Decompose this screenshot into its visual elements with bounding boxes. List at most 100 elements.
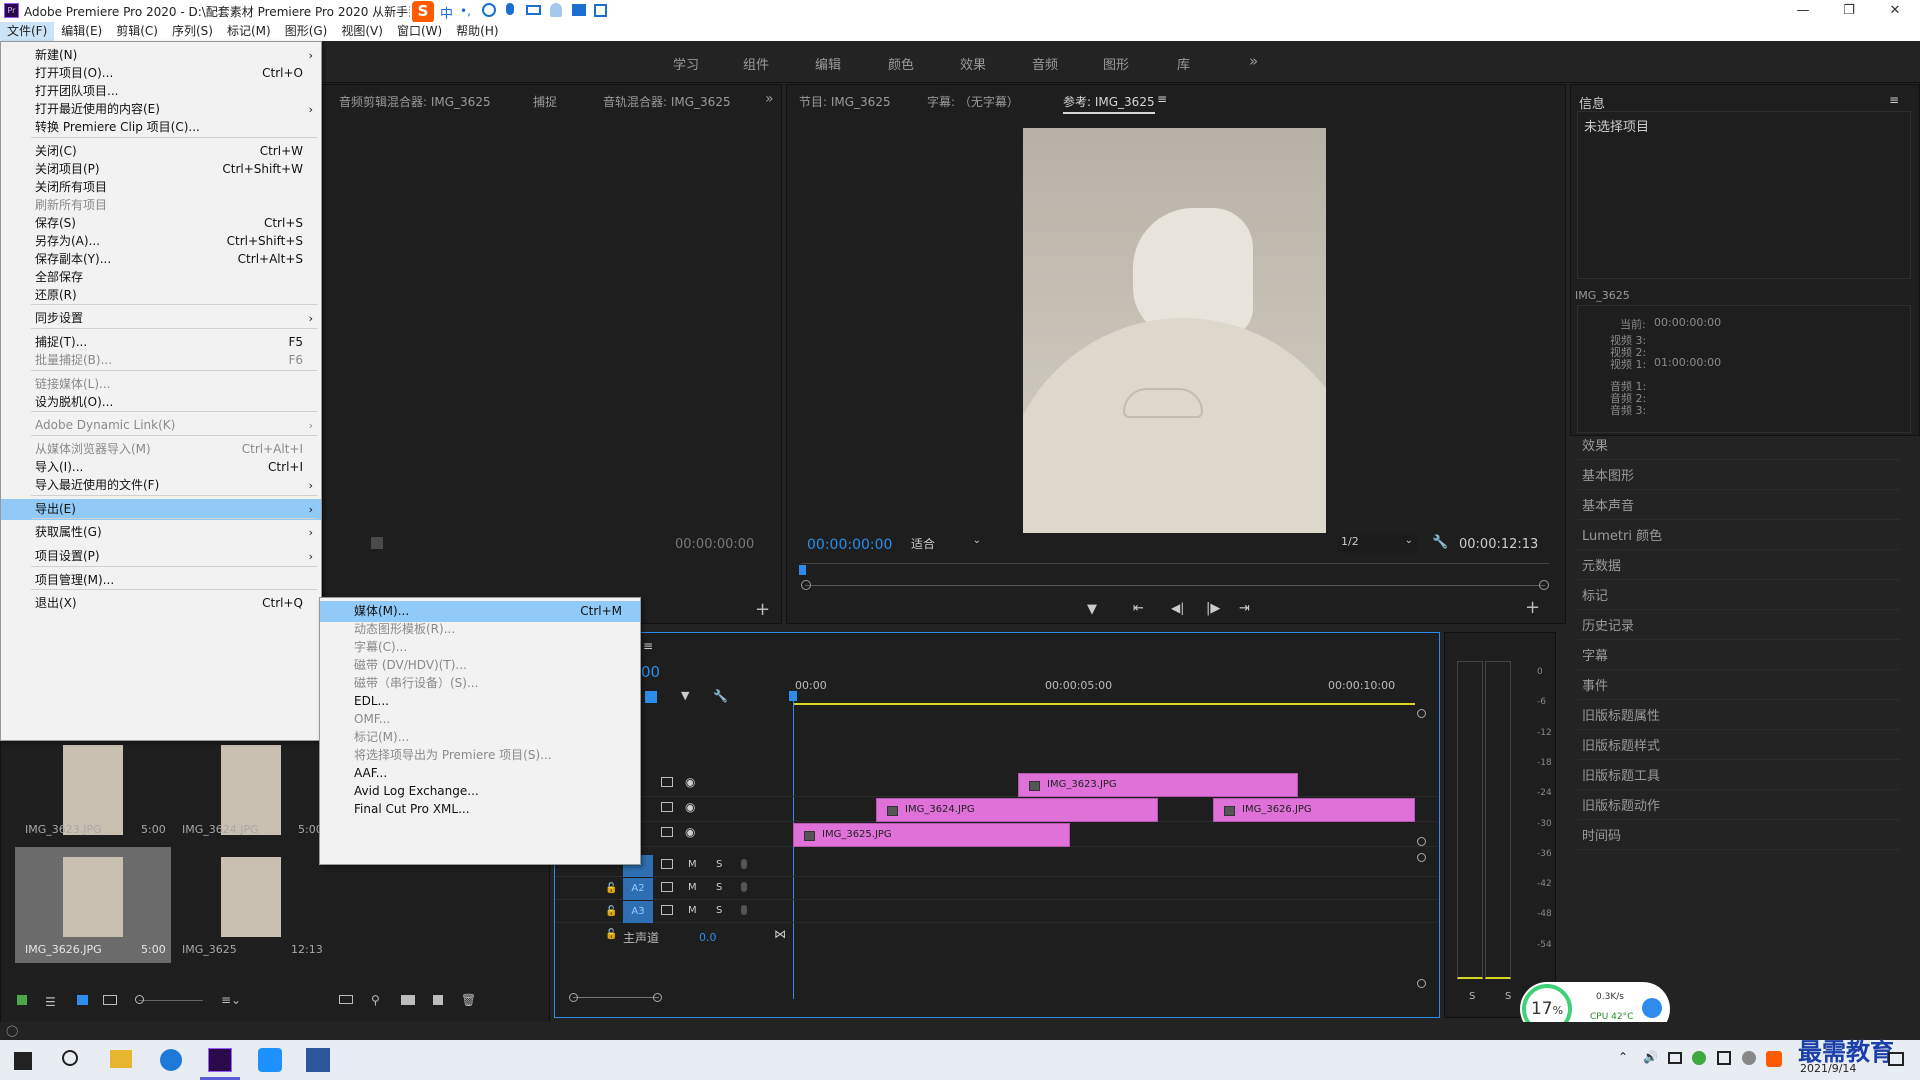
vertical-scroll-handle[interactable] — [1417, 837, 1426, 846]
new-bin-icon[interactable] — [401, 995, 415, 1005]
scroll-end-handle[interactable] — [653, 993, 662, 1002]
clip-img-3624[interactable]: IMG_3624.JPG — [876, 798, 1158, 822]
workspace-tab-1[interactable]: 组件 — [743, 54, 769, 73]
workspace-tab-6[interactable]: 图形 — [1103, 54, 1129, 73]
track-target-a3[interactable]: A3 — [623, 901, 653, 923]
right-panel-tab-4[interactable]: 元数据 — [1578, 554, 1900, 580]
clip-img-3625[interactable]: IMG_3625.JPG — [793, 823, 1070, 847]
workspace-tab-0[interactable]: 学习 — [673, 54, 699, 73]
file_menu-item-25[interactable]: 项目设置(P) › — [1, 546, 321, 567]
tab-audio-track-mixer[interactable]: 音轨混合器: IMG_3625 — [603, 93, 731, 110]
resolution-dropdown[interactable]: 1/2 ⌄ — [1337, 535, 1417, 553]
search-icon[interactable] — [62, 1050, 78, 1066]
menu-6[interactable]: 视图(V) — [334, 22, 390, 41]
panel-menu-icon[interactable]: ≡ — [1889, 93, 1899, 107]
toggle-track-output-icon[interactable] — [661, 802, 673, 812]
maximize-button[interactable]: ❐ — [1826, 0, 1872, 22]
scroll-end-handle[interactable] — [1539, 580, 1549, 590]
eye-icon[interactable]: ◉ — [685, 825, 695, 839]
mute-button[interactable]: M — [688, 859, 697, 870]
microphone-icon[interactable] — [506, 3, 514, 15]
tab-captions[interactable]: 字幕: （无字幕） — [927, 93, 1019, 110]
clip-img-3626[interactable]: IMG_3626.JPG — [1213, 798, 1415, 822]
solo-button[interactable]: S — [716, 859, 722, 870]
right-panel-tab-12[interactable]: 旧版标题动作 — [1578, 794, 1900, 820]
file_menu-item-22[interactable]: 导入最近使用的文件(F) › — [1, 475, 321, 496]
tray-app-icon[interactable] — [1692, 1051, 1706, 1065]
file_menu-item-4[interactable]: 转换 Premiere Clip 项目(C)... — [1, 117, 321, 138]
word-icon[interactable] — [306, 1048, 330, 1072]
file_menu-item-19[interactable]: Adobe Dynamic Link(K) › — [1, 415, 321, 436]
automate-icon[interactable] — [339, 995, 353, 1004]
toggle-track-output-icon[interactable] — [661, 905, 673, 915]
add-marker-icon[interactable]: ▼ — [1087, 602, 1097, 617]
menu-0[interactable]: 文件(F) — [0, 22, 55, 41]
work-area-bar[interactable] — [793, 703, 1415, 705]
clip-img-3623[interactable]: IMG_3623.JPG — [1018, 773, 1298, 797]
premiere-taskbar-icon[interactable] — [208, 1048, 232, 1072]
right-panel-tab-8[interactable]: 事件 — [1578, 674, 1900, 700]
vertical-scroll-handle[interactable] — [1417, 709, 1426, 718]
solo-button[interactable]: S — [716, 882, 722, 893]
eye-icon[interactable]: ◉ — [685, 800, 695, 814]
add-button-icon[interactable]: + — [755, 599, 770, 620]
menu-2[interactable]: 剪辑(C) — [109, 22, 165, 41]
vertical-scroll-handle[interactable] — [1417, 979, 1426, 988]
lock-icon[interactable]: 🔓 — [605, 929, 617, 940]
right-panel-tab-2[interactable]: 基本声音 — [1578, 494, 1900, 520]
icon-view-icon[interactable] — [77, 995, 88, 1005]
right-panel-tab-10[interactable]: 旧版标题样式 — [1578, 734, 1900, 760]
workspace-tab-3[interactable]: 颜色 — [888, 54, 914, 73]
scroll-start-handle[interactable] — [801, 580, 811, 590]
right-panel-tab-3[interactable]: Lumetri 颜色 — [1578, 524, 1900, 550]
notification-icon[interactable] — [1888, 1052, 1904, 1066]
tray-app-icon[interactable] — [1717, 1051, 1731, 1065]
program-scrub-bar[interactable] — [805, 585, 1545, 586]
thumbnail-img-3623[interactable] — [63, 745, 123, 835]
export_menu-item-11[interactable]: Final Cut Pro XML... — [320, 799, 640, 820]
minimize-button[interactable]: — — [1780, 0, 1826, 22]
keyboard-icon[interactable] — [526, 5, 541, 15]
sogou-tray-icon[interactable] — [1766, 1051, 1782, 1067]
step-back-icon[interactable]: ◀| — [1171, 601, 1184, 615]
timeline-scrollbar[interactable] — [573, 997, 659, 998]
playhead-marker-icon[interactable] — [789, 691, 797, 701]
tab-reference[interactable]: 参考: IMG_3625 — [1063, 93, 1155, 114]
panel-overflow-icon[interactable]: » — [765, 91, 774, 107]
marker-icon[interactable]: ▼ — [681, 689, 689, 702]
workspaces-overflow-icon[interactable]: » — [1249, 52, 1258, 70]
right-panel-tab-7[interactable]: 字幕 — [1578, 644, 1900, 670]
lock-icon[interactable]: 🔓 — [605, 906, 617, 917]
right-panel-tab-5[interactable]: 标记 — [1578, 584, 1900, 610]
bowtie-icon[interactable]: ⋈ — [774, 927, 786, 941]
toggle-track-output-icon[interactable] — [661, 859, 673, 869]
eye-icon[interactable]: ◉ — [685, 775, 695, 789]
new-item-icon[interactable] — [433, 995, 443, 1005]
list-view-icon[interactable]: ☰ — [45, 995, 56, 1009]
trash-icon[interactable]: 🗑 — [461, 993, 476, 1007]
mute-button[interactable]: M — [688, 905, 697, 916]
skin-icon[interactable] — [572, 4, 586, 16]
right-panel-tab-13[interactable]: 时间码 — [1578, 824, 1900, 850]
user-icon[interactable] — [550, 3, 562, 17]
go-to-out-icon[interactable]: ⇥ — [1239, 601, 1250, 616]
panel-menu-icon[interactable]: ≡ — [1157, 92, 1167, 106]
playhead-line[interactable] — [793, 695, 794, 999]
sort-icon[interactable]: ≡⌄ — [221, 993, 241, 1007]
windows-start-icon[interactable] — [14, 1052, 32, 1070]
snap-icon[interactable] — [645, 691, 657, 703]
zoom-slider[interactable] — [139, 1000, 203, 1001]
tab-capture[interactable]: 捕捉 — [533, 93, 557, 110]
microphone-icon[interactable] — [741, 905, 747, 915]
master-track-value[interactable]: 0.0 — [699, 931, 717, 944]
timeline-timecode[interactable]: 00 — [641, 663, 660, 681]
file_menu-item-26[interactable]: 项目管理(M)... — [1, 570, 321, 591]
track-target-a2[interactable]: A2 — [623, 878, 653, 900]
fit-dropdown[interactable]: 适合 ⌄ — [911, 535, 983, 553]
solo-left-button[interactable]: S — [1469, 991, 1475, 1002]
file_menu-item-13[interactable]: 还原(R) — [1, 285, 321, 306]
file-explorer-icon[interactable] — [110, 1050, 132, 1068]
toolbox-icon[interactable] — [594, 4, 607, 17]
vertical-scroll-handle[interactable] — [1417, 853, 1426, 862]
search-icon[interactable]: ⚲ — [371, 993, 380, 1007]
